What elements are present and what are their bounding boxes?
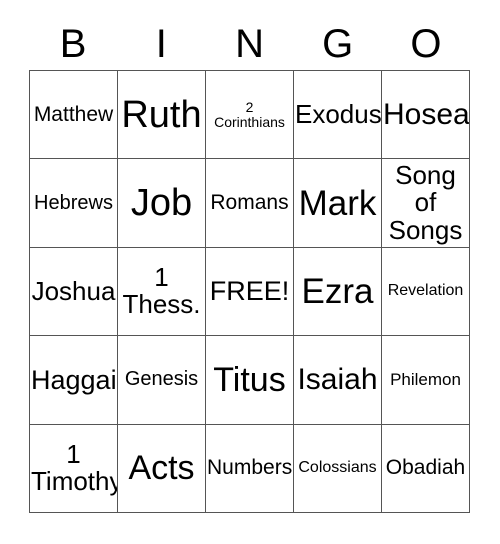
bingo-cell-r1c2[interactable]: Ruth: [118, 71, 206, 160]
bingo-cell-r1c5[interactable]: Hosea: [382, 71, 470, 160]
bingo-cell-label: 1 Thess.: [122, 261, 201, 320]
bingo-cell-free-space[interactable]: FREE!: [206, 247, 294, 337]
bingo-cell-label: Job: [130, 181, 193, 224]
bingo-header-letter-n: N: [235, 22, 264, 66]
bingo-cell-r1c1[interactable]: Matthew: [30, 71, 118, 160]
bingo-cell-r4c2[interactable]: Genesis: [118, 336, 206, 425]
bingo-cell-label: Ruth: [121, 93, 202, 136]
bingo-cell-label: 2 Corinthians: [214, 98, 285, 130]
bingo-cell-r1c4[interactable]: Exodus: [294, 71, 382, 160]
bingo-cell-r5c1[interactable]: 1 Timothy: [30, 424, 118, 513]
bingo-cell-r2c1[interactable]: Hebrews: [30, 159, 118, 248]
bingo-header-letter-i: I: [155, 22, 167, 66]
bingo-cell-r1c3[interactable]: 2 Corinthians: [206, 71, 294, 160]
bingo-cell-label: Titus: [213, 360, 286, 399]
bingo-cell-r3c2[interactable]: 1 Thess.: [118, 247, 206, 337]
bingo-cell-label: Isaiah: [297, 362, 378, 396]
bingo-cell-label: Revelation: [387, 282, 464, 300]
bingo-cell-label: Ezra: [301, 271, 374, 311]
bingo-header-letter-b: B: [59, 22, 87, 66]
bingo-cell-r4c3[interactable]: Titus: [206, 336, 294, 425]
bingo-cell-r3c5[interactable]: Revelation: [382, 247, 470, 337]
bingo-cell-r3c4[interactable]: Ezra: [294, 247, 382, 337]
bingo-cell-r4c4[interactable]: Isaiah: [294, 336, 382, 425]
bingo-cell-label: Song of Songs: [388, 159, 463, 245]
bingo-cell-r2c2[interactable]: Job: [118, 159, 206, 248]
bingo-header-letter-g: G: [322, 22, 354, 66]
bingo-header-row: B I N G O: [29, 18, 470, 70]
bingo-cell-label: Obadiah: [385, 456, 466, 480]
bingo-cell-label: Matthew: [33, 102, 114, 126]
bingo-header-letter-o: O: [410, 22, 442, 66]
bingo-cell-label: Exodus: [295, 98, 382, 129]
bingo-cell-r2c5[interactable]: Song of Songs: [382, 159, 470, 248]
bingo-grid: Matthew Ruth 2 Corinthians Exodus Hosea …: [29, 70, 470, 513]
bingo-cell-label: FREE!: [209, 276, 290, 307]
bingo-cell-label: Genesis: [124, 368, 199, 391]
bingo-cell-r3c1[interactable]: Joshua: [30, 247, 118, 337]
bingo-cell-r5c2[interactable]: Acts: [118, 424, 206, 513]
bingo-cell-label: Acts: [128, 449, 195, 488]
bingo-cell-label: Joshua: [31, 275, 116, 306]
bingo-cell-label: Hebrews: [34, 191, 113, 214]
bingo-cell-label: Hosea: [383, 97, 470, 131]
bingo-cell-label: 1 Timothy: [31, 438, 118, 497]
bingo-cell-r5c4[interactable]: Colossians: [294, 424, 382, 513]
bingo-cell-label: Colossians: [298, 458, 377, 476]
bingo-cell-r4c1[interactable]: Haggai: [30, 336, 118, 425]
bingo-cell-label: Mark: [298, 183, 377, 223]
bingo-cell-label: Haggai: [31, 364, 117, 395]
bingo-cell-r5c5[interactable]: Obadiah: [382, 424, 470, 513]
bingo-cell-label: Numbers: [207, 456, 293, 480]
bingo-cell-label: Romans: [210, 190, 289, 214]
bingo-cell-r4c5[interactable]: Philemon: [382, 336, 470, 425]
bingo-cell-label: Philemon: [390, 369, 461, 389]
bingo-cell-r5c3[interactable]: Numbers: [206, 424, 294, 513]
bingo-cell-r2c4[interactable]: Mark: [294, 159, 382, 248]
bingo-cell-r2c3[interactable]: Romans: [206, 159, 294, 248]
bingo-card: B I N G O Matthew Ruth 2 Corinthians Exo…: [0, 0, 500, 544]
